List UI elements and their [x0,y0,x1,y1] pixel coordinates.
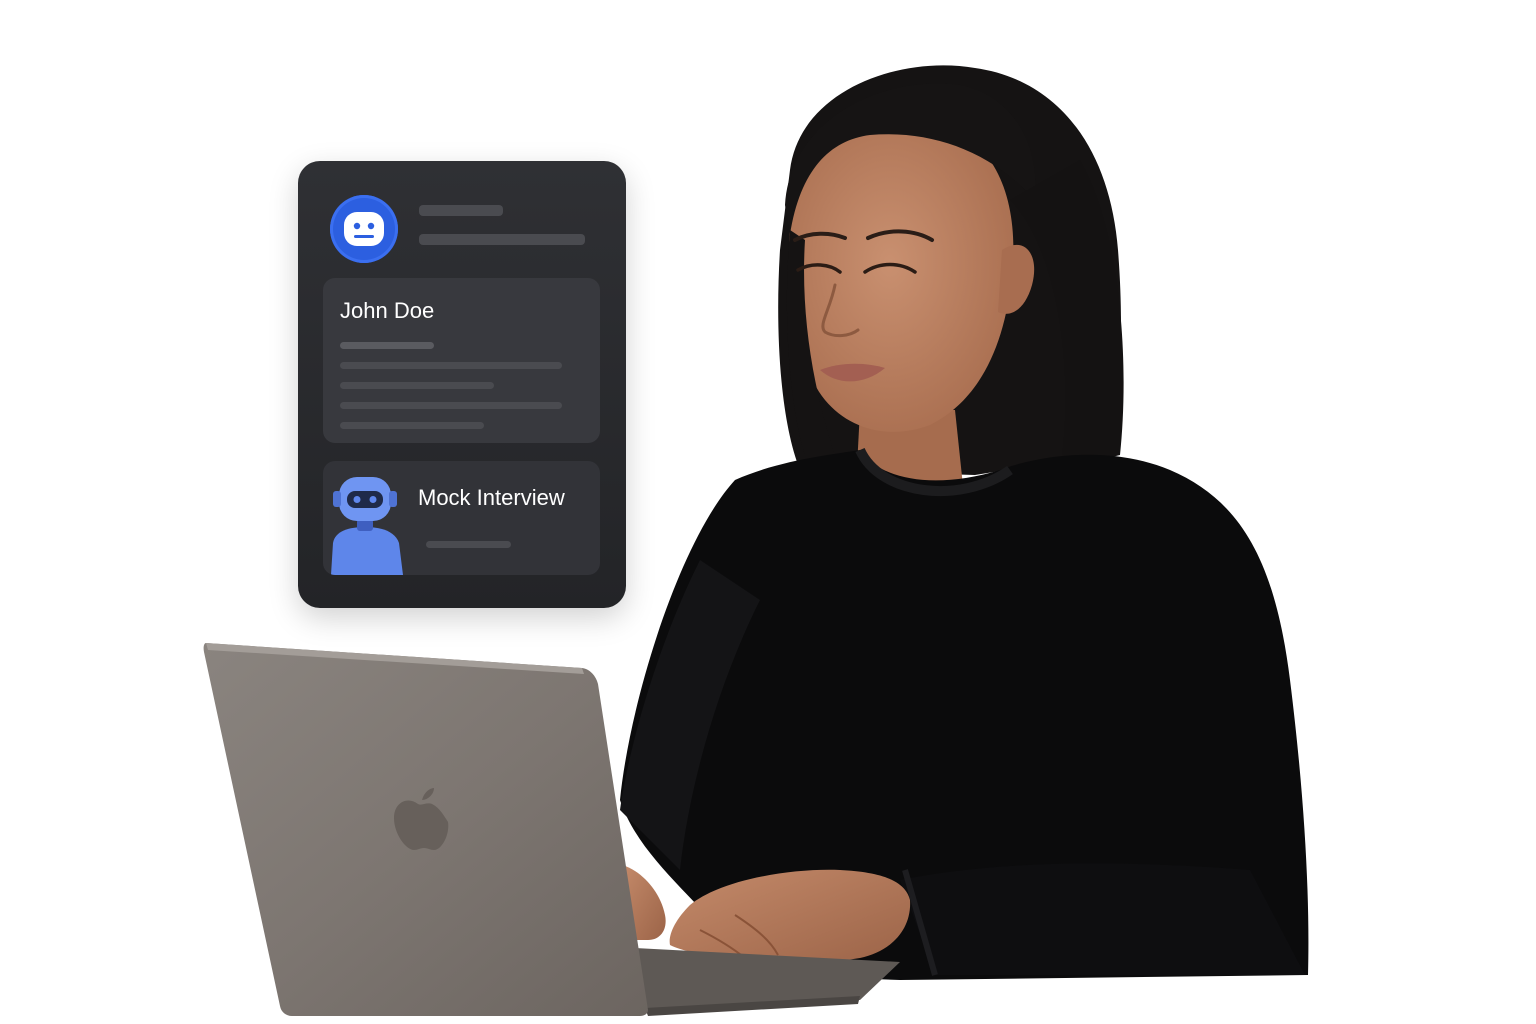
profile-placeholder-line [340,342,434,349]
interview-placeholder-line [426,541,511,548]
robot-face-icon [330,195,398,263]
photo-scene [203,65,1309,1016]
mock-interview-label: Mock Interview [418,485,565,510]
mock-interview-button[interactable]: Mock Interview [323,461,600,575]
profile-placeholder-line [340,382,494,389]
profile-placeholder-line [340,402,562,409]
woman [620,65,1309,980]
profile-placeholder-line [340,422,484,429]
profile-name: John Doe [340,298,435,323]
header-placeholder-line [419,205,503,216]
robot-interviewer-icon [331,477,403,575]
profile-panel[interactable]: John Doe [323,278,600,443]
header-placeholder-line [419,234,585,245]
candidate-card: John Doe Mock Interview [298,161,626,608]
profile-placeholder-line [340,362,562,369]
